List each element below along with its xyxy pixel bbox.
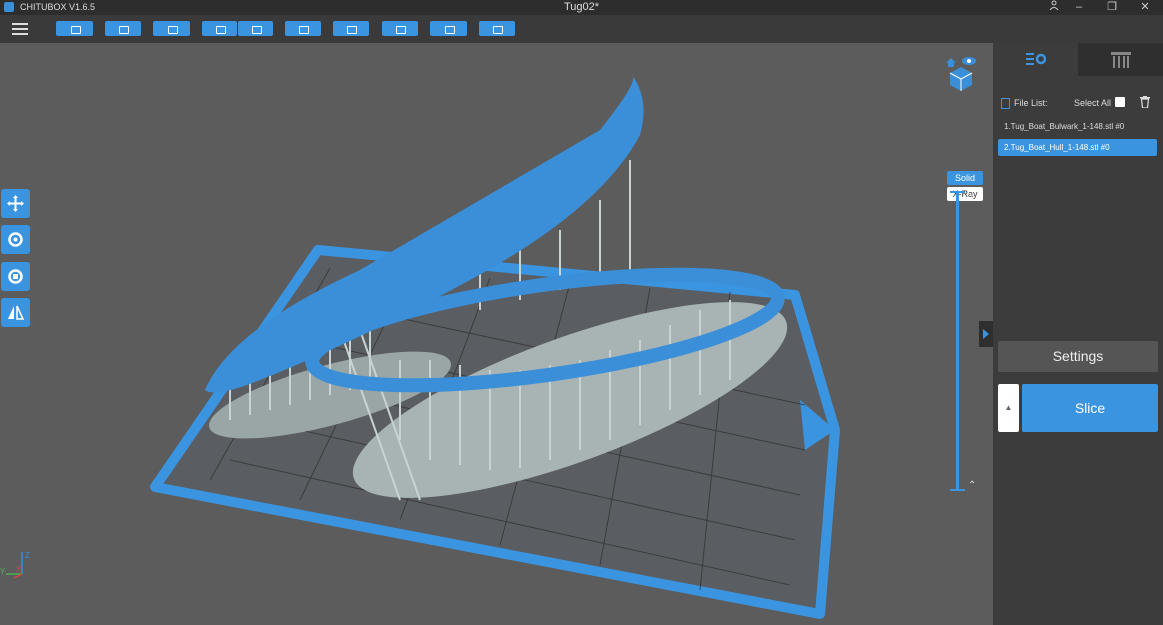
- file-list-item-selected[interactable]: 2.Tug_Boat_Hull_1-148.stl #0: [998, 139, 1157, 156]
- layer-slider-bottom-cap: [950, 489, 965, 491]
- solid-view-button[interactable]: Solid: [947, 171, 983, 185]
- select-all-label: Select All: [1074, 98, 1112, 108]
- redo-icon[interactable]: [238, 21, 273, 36]
- file-list-label: File List:: [1001, 98, 1048, 110]
- open-file-icon[interactable]: [56, 21, 93, 36]
- settings-button[interactable]: Settings: [998, 341, 1158, 372]
- hamburger-menu-icon[interactable]: [10, 21, 30, 37]
- xray-view-button[interactable]: X-Ray: [947, 187, 983, 201]
- rotate-icon[interactable]: [1, 225, 30, 254]
- panel-collapse-button[interactable]: [979, 321, 993, 347]
- trash-icon[interactable]: [1140, 96, 1150, 108]
- settings-tab-icon: [1026, 53, 1046, 65]
- supports-tab-icon: [1111, 52, 1131, 68]
- user-icon[interactable]: [1040, 0, 1068, 15]
- right-panel: File List: Select All 1.Tug_Boat_Bulwark…: [979, 43, 1163, 625]
- view-cube-icon[interactable]: [944, 53, 978, 93]
- file-list-icon: [1001, 98, 1010, 110]
- axis-indicator: Z Y X: [0, 551, 30, 579]
- select-all-checkbox[interactable]: [1115, 97, 1125, 107]
- file-list-item[interactable]: 1.Tug_Boat_Bulwark_1-148.stl #0: [998, 118, 1157, 135]
- svg-text:Z: Z: [25, 551, 30, 560]
- title-bar: CHITUBOX V1.6.5 Tug02* – ❐ ✕: [0, 0, 1163, 15]
- move-icon[interactable]: [1, 189, 30, 218]
- close-button[interactable]: ✕: [1131, 0, 1159, 15]
- chevron-up-icon[interactable]: ⌃: [968, 480, 976, 491]
- add-print-icon[interactable]: [479, 21, 515, 36]
- mirror-icon[interactable]: [1, 298, 30, 327]
- svg-text:X: X: [16, 565, 22, 574]
- 3d-viewport[interactable]: Solid X-Ray ⌄ ⌃ Z Y X: [0, 43, 993, 625]
- slice-options-button[interactable]: ▲: [998, 384, 1019, 432]
- restore-button[interactable]: ❐: [1098, 0, 1126, 15]
- minimize-button[interactable]: –: [1065, 0, 1093, 15]
- save-icon[interactable]: [105, 21, 141, 36]
- main-toolbar: [0, 15, 1163, 44]
- slice-view-icon[interactable]: [430, 21, 467, 36]
- svg-text:Y: Y: [0, 567, 6, 576]
- supports-tab[interactable]: [1078, 43, 1163, 76]
- settings-tab[interactable]: [993, 43, 1078, 76]
- undo-icon[interactable]: [202, 21, 237, 36]
- chevron-right-icon: [983, 329, 989, 339]
- layout-icon[interactable]: [285, 21, 321, 36]
- slice-button[interactable]: Slice: [1022, 384, 1158, 432]
- document-title: Tug02*: [563, 1, 600, 13]
- network-icon[interactable]: [333, 21, 369, 36]
- import-icon[interactable]: [153, 21, 190, 36]
- support-icon[interactable]: [382, 21, 418, 36]
- scale-icon[interactable]: [1, 262, 30, 291]
- print-scene: [150, 75, 840, 619]
- chevron-down-icon[interactable]: ⌄: [968, 188, 976, 199]
- layer-slider[interactable]: [956, 192, 959, 489]
